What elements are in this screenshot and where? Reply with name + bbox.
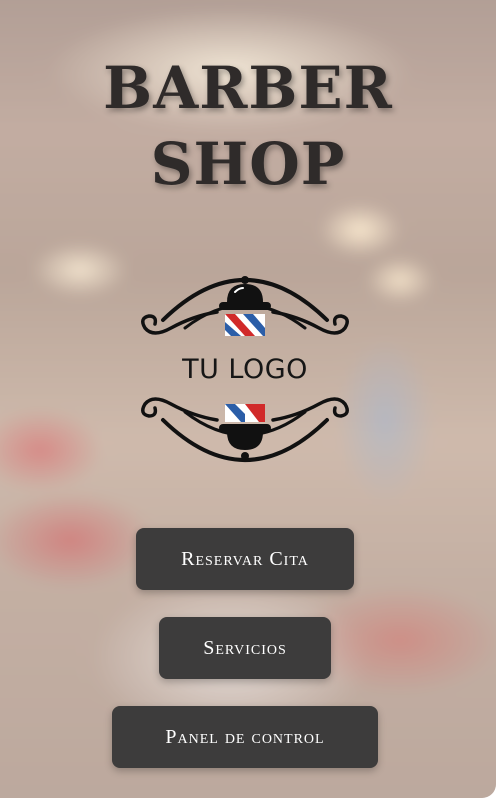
title-line-2: SHOP bbox=[150, 130, 346, 198]
dashboard-button[interactable]: Panel de control bbox=[112, 706, 378, 768]
main-content: BARBER SHOP TU LOGO Reservar Cita Servic… bbox=[0, 0, 496, 798]
logo: TU LOGO bbox=[133, 258, 357, 482]
title-line-1: BARBER bbox=[103, 54, 393, 122]
page-title: BARBER SHOP bbox=[0, 50, 496, 202]
app-screen: BARBER SHOP TU LOGO Reservar Cita Servic… bbox=[0, 0, 496, 798]
services-button[interactable]: Servicios bbox=[159, 617, 331, 679]
book-appointment-button[interactable]: Reservar Cita bbox=[136, 528, 354, 590]
logo-text: TU LOGO bbox=[182, 354, 308, 385]
